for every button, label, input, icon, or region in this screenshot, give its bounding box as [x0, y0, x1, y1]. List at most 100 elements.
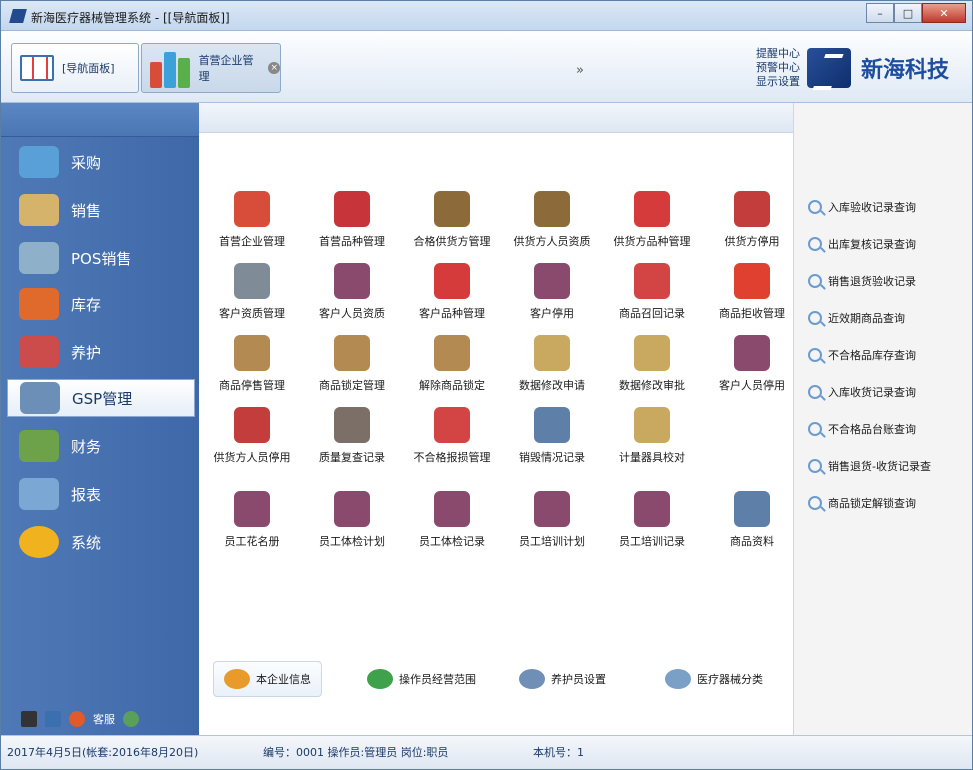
calculator-icon[interactable] [21, 711, 37, 727]
grid-item[interactable]: 商品资料 [703, 491, 801, 557]
house-icon [19, 288, 59, 320]
reminder-center-link[interactable]: 提醒中心 [746, 47, 800, 61]
grid-item[interactable]: 商品召回记录 [603, 263, 701, 329]
grid-item[interactable]: 客户人员资质 [303, 263, 401, 329]
query-link[interactable]: 入库收货记录查询 [808, 382, 916, 402]
module-icon [334, 335, 370, 371]
sidebar: 采购 销售 POS销售 库存 养护 GSP管理 财务 报表 系统 客服 [1, 103, 199, 735]
close-button[interactable]: ✕ [922, 3, 966, 23]
grid-item[interactable]: 客户人员停用 [703, 335, 801, 401]
grid-item[interactable]: 员工体检记录 [403, 491, 501, 557]
refresh-icon[interactable] [123, 711, 139, 727]
query-link[interactable]: 入库验收记录查询 [808, 197, 916, 217]
status-operator: 编号：0001 操作员:管理员 岗位:职员 [263, 746, 449, 759]
sidebar-item-finance[interactable]: 财务 [19, 427, 195, 465]
tab-label: 首营企业管理 [198, 54, 254, 83]
brand-logo-icon [807, 48, 851, 88]
maximize-button[interactable]: □ [894, 3, 922, 23]
help-icon[interactable] [45, 711, 61, 727]
grid-item[interactable]: 数据修改审批 [603, 335, 701, 401]
magnifier-icon [808, 496, 822, 510]
module-icon [534, 263, 570, 299]
sidebar-item-inventory[interactable]: 库存 [19, 285, 195, 323]
module-icon [434, 191, 470, 227]
module-icon [234, 263, 270, 299]
query-link[interactable]: 近效期商品查询 [808, 308, 905, 328]
warning-center-link[interactable]: 预警中心 [746, 61, 800, 75]
grid-item[interactable]: 员工花名册 [203, 491, 301, 557]
sidebar-item-gsp[interactable]: GSP管理 [7, 379, 195, 417]
grid-item[interactable]: 客户资质管理 [203, 263, 301, 329]
sidebar-item-maintenance[interactable]: 养护 [19, 333, 195, 371]
grid-item-label: 商品拒收管理 [719, 307, 785, 320]
sidebar-item-sales[interactable]: 销售 [19, 191, 195, 229]
support-link[interactable]: 客服 [93, 711, 115, 727]
query-link[interactable]: 商品锁定解锁查询 [808, 493, 916, 513]
module-icon [634, 335, 670, 371]
grid-item[interactable]: 解除商品锁定 [403, 335, 501, 401]
query-link[interactable]: 销售退货-收货记录查 [808, 456, 931, 476]
grid-item[interactable]: 首营企业管理 [203, 191, 301, 257]
display-settings-link[interactable]: 显示设置 [746, 75, 800, 89]
minimize-button[interactable]: – [866, 3, 894, 23]
grid-item[interactable]: 合格供货方管理 [403, 191, 501, 257]
status-bar: 2017年4月5日(帐套:2016年8月20日) 编号：0001 操作员:管理员… [1, 735, 972, 769]
grid-item[interactable]: 计量器具校对 [603, 407, 701, 473]
grid-item-label: 数据修改审批 [619, 379, 685, 392]
grid-item[interactable]: 首营品种管理 [303, 191, 401, 257]
sidebar-item-purchase[interactable]: 采购 [19, 143, 195, 181]
query-link[interactable]: 不合格品台账查询 [808, 419, 916, 439]
status-machine: 本机号：1 [533, 746, 584, 759]
module-icon [334, 491, 370, 527]
grid-item[interactable]: 供货方人员停用 [203, 407, 301, 473]
grid-item[interactable]: 商品停售管理 [203, 335, 301, 401]
window-title: 新海医疗器械管理系统 - [[导航面板]] [31, 11, 230, 25]
grid-item-label: 销毁情况记录 [519, 451, 585, 464]
grid-item-label: 供货方人员停用 [213, 451, 291, 464]
tab-first-enterprise[interactable]: 首营企业管理 × [141, 43, 281, 93]
grid-item[interactable]: 销毁情况记录 [503, 407, 601, 473]
query-link[interactable]: 出库复核记录查询 [808, 234, 916, 254]
books-icon [148, 48, 191, 88]
nurse-icon [19, 336, 59, 368]
maintainer-settings-button[interactable]: 养护员设置 [519, 661, 606, 697]
gear-icon [19, 526, 59, 558]
tab-close-icon[interactable]: × [268, 62, 281, 74]
grid-item[interactable]: 客户品种管理 [403, 263, 501, 329]
grid-item[interactable]: 供货方停用 [703, 191, 801, 257]
support-icon[interactable] [69, 711, 85, 727]
sidebar-item-system[interactable]: 系统 [19, 523, 195, 561]
sidebar-item-reports[interactable]: 报表 [19, 475, 195, 513]
query-link[interactable]: 销售退货验收记录 [808, 271, 916, 291]
grid-item[interactable]: 数据修改申请 [503, 335, 601, 401]
grid-item[interactable]: 供货方品种管理 [603, 191, 701, 257]
company-info-button[interactable]: 本企业信息 [213, 661, 322, 697]
report-icon [19, 478, 59, 510]
query-link[interactable]: 不合格品库存查询 [808, 345, 916, 365]
pos-terminal-icon [19, 242, 59, 274]
module-icon [534, 191, 570, 227]
sidebar-item-pos[interactable]: POS销售 [19, 239, 195, 277]
grid-item[interactable]: 商品拒收管理 [703, 263, 801, 329]
grid-item[interactable]: 商品锁定管理 [303, 335, 401, 401]
grid-item-label: 供货方品种管理 [613, 235, 691, 248]
grid-item[interactable]: 员工培训计划 [503, 491, 601, 557]
app-logo-icon [9, 9, 27, 23]
grid-item-label: 客户人员停用 [719, 379, 785, 392]
grid-item[interactable]: 员工培训记录 [603, 491, 701, 557]
grid-item[interactable]: 客户停用 [503, 263, 601, 329]
grid-item-label: 客户资质管理 [219, 307, 285, 320]
grid-item-label: 计量器具校对 [619, 451, 685, 464]
tab-navigation-panel[interactable]: [导航面板] [11, 43, 139, 93]
grid-item-label: 数据修改申请 [519, 379, 585, 392]
grid-item[interactable]: 质量复查记录 [303, 407, 401, 473]
device-category-button[interactable]: 医疗器械分类 [665, 661, 763, 697]
grid-item[interactable]: 供货方人员资质 [503, 191, 601, 257]
grid-item-label: 商品停售管理 [219, 379, 285, 392]
module-icon [634, 191, 670, 227]
tabs-overflow-chevron[interactable]: » [576, 63, 584, 78]
module-icon [534, 335, 570, 371]
grid-item[interactable]: 员工体检计划 [303, 491, 401, 557]
grid-item[interactable]: 不合格报损管理 [403, 407, 501, 473]
operator-scope-button[interactable]: 操作员经营范围 [367, 661, 476, 697]
